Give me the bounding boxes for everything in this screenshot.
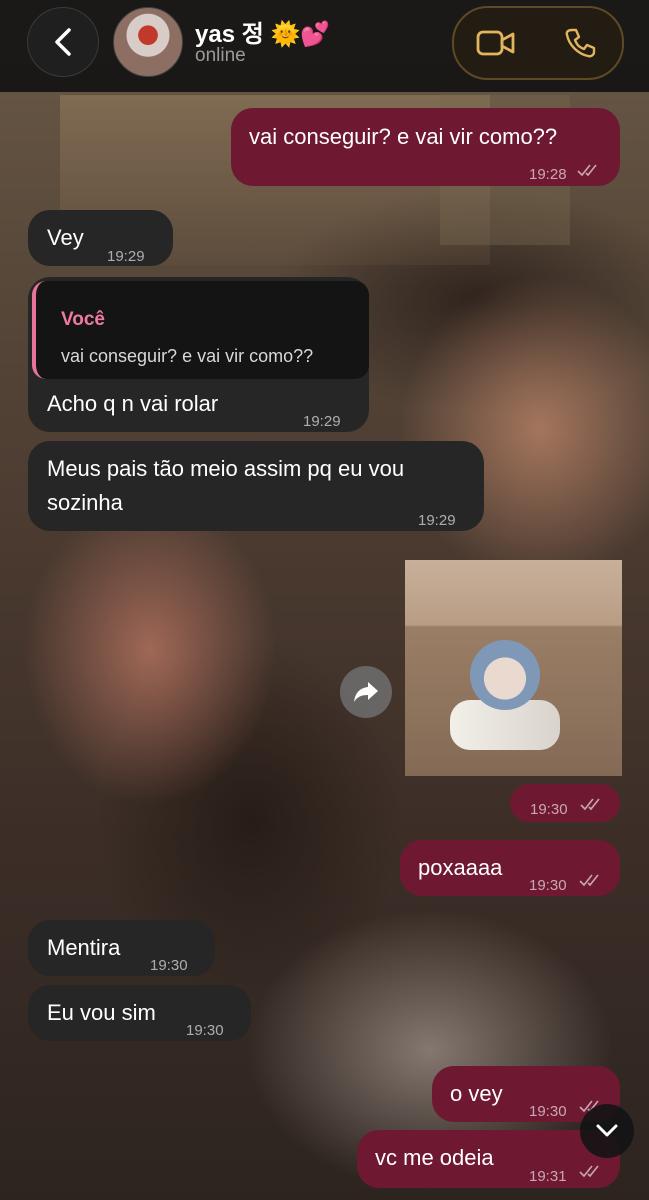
- contact-avatar[interactable]: [113, 7, 183, 77]
- image-message[interactable]: [405, 560, 622, 776]
- read-ticks-icon: [579, 874, 599, 887]
- message-bubble-incoming[interactable]: Vey 19:29: [28, 210, 173, 266]
- chat-header: yas 정 🌞💕 online: [0, 0, 649, 92]
- message-text: Vey: [47, 225, 84, 250]
- voice-call-button[interactable]: [550, 13, 610, 73]
- message-text: Acho q n vai rolar: [47, 391, 219, 416]
- reply-quote[interactable]: Você vai conseguir? e vai vir como??: [32, 281, 369, 379]
- photo-content: [470, 640, 540, 710]
- message-time: 19:31: [529, 1168, 567, 1185]
- read-ticks-icon: [579, 1165, 599, 1178]
- message-bubble-incoming[interactable]: Eu vou sim 19:30: [28, 985, 251, 1041]
- contact-status: online: [195, 45, 246, 66]
- message-bubble-incoming-reply[interactable]: Você vai conseguir? e vai vir como?? Ach…: [28, 277, 369, 432]
- message-time: 19:30: [529, 1103, 567, 1120]
- chevron-down-icon: [596, 1124, 618, 1137]
- read-ticks-icon: [577, 164, 597, 177]
- message-text: Eu vou sim: [47, 1000, 156, 1025]
- forward-arrow-icon: [354, 682, 378, 702]
- message-time: 19:28: [529, 166, 567, 183]
- message-text: poxaaaa: [418, 855, 503, 880]
- back-chevron-icon: [55, 28, 71, 56]
- message-text: o vey: [450, 1081, 503, 1106]
- back-button[interactable]: [27, 7, 99, 77]
- message-text-line: Meus pais tão meio assim pq eu vou: [47, 456, 405, 481]
- message-time: 19:29: [418, 512, 456, 529]
- message-time: 19:30: [186, 1022, 224, 1039]
- message-text-line: sozinha: [47, 490, 123, 515]
- message-text: Mentira: [47, 935, 121, 960]
- read-ticks-icon: [580, 798, 600, 811]
- reply-author: Você: [61, 309, 106, 330]
- video-call-button[interactable]: [466, 13, 526, 73]
- image-timestamp-pill: 19:30: [510, 784, 620, 822]
- reply-text: vai conseguir? e vai vir como??: [61, 346, 314, 366]
- video-call-icon: [476, 30, 515, 56]
- scroll-to-bottom-button[interactable]: [580, 1104, 634, 1158]
- contact-name[interactable]: yas 정 🌞💕: [195, 14, 330, 49]
- message-text: vai conseguir? e vai vir como??: [249, 124, 558, 149]
- phone-icon: [565, 28, 596, 58]
- message-time: 19:29: [107, 248, 145, 265]
- message-text: vc me odeia: [375, 1145, 494, 1170]
- message-bubble-incoming[interactable]: Meus pais tão meio assim pq eu vou sozin…: [28, 441, 484, 531]
- message-time: 19:30: [150, 957, 188, 974]
- message-bubble-outgoing[interactable]: vai conseguir? e vai vir como?? 19:28: [231, 108, 620, 186]
- message-bubble-incoming[interactable]: Mentira 19:30: [28, 920, 215, 976]
- call-actions: [452, 6, 624, 80]
- message-time: 19:29: [303, 413, 341, 430]
- forward-button[interactable]: [340, 666, 392, 718]
- message-time: 19:30: [529, 877, 567, 894]
- message-bubble-outgoing[interactable]: poxaaaa 19:30: [400, 840, 620, 896]
- message-time: 19:30: [530, 801, 568, 818]
